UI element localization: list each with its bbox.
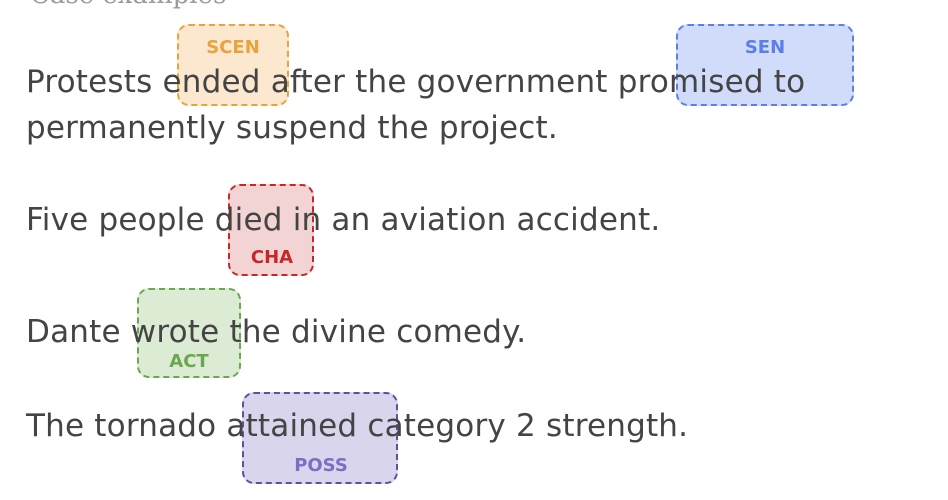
section-heading-fragment: Case examples <box>30 0 226 10</box>
example-3-text-a: Dante <box>26 314 131 350</box>
example-3-line: Dante wrote the divine comedy. <box>26 314 526 350</box>
example-1-text-b: after the government <box>260 64 618 100</box>
example-2-line: Five people died in an aviation accident… <box>26 202 660 238</box>
example-4-word-attained: attained <box>226 408 358 444</box>
act-tag: ACT <box>169 351 209 372</box>
example-4-text-b: category 2 strength. <box>357 408 689 444</box>
example-3-word-wrote: wrote <box>130 314 220 350</box>
example-1-line-2: permanently suspend the project. <box>26 110 558 146</box>
example-1-text-c: to <box>763 64 806 100</box>
example-2-text-b: in an aviation accident. <box>282 202 661 238</box>
example-2-word-died: died <box>214 202 283 238</box>
example-4-text-a: The tornado <box>26 408 227 444</box>
cha-tag: CHA <box>250 247 294 268</box>
example-1-line-1: Protests ended after the government prom… <box>26 64 805 100</box>
example-1-text-a: Protests <box>26 64 163 100</box>
sen-tag: SEN <box>744 37 786 58</box>
example-1-word-promised: promised <box>617 64 764 100</box>
poss-tag: POSS <box>294 455 348 476</box>
scen-tag: SCEN <box>206 37 260 58</box>
example-4-line: The tornado attained category 2 strength… <box>26 408 688 444</box>
example-2-text-a: Five people <box>26 202 215 238</box>
example-3-text-b: the divine comedy. <box>219 314 527 350</box>
example-1-word-ended: ended <box>162 64 261 100</box>
